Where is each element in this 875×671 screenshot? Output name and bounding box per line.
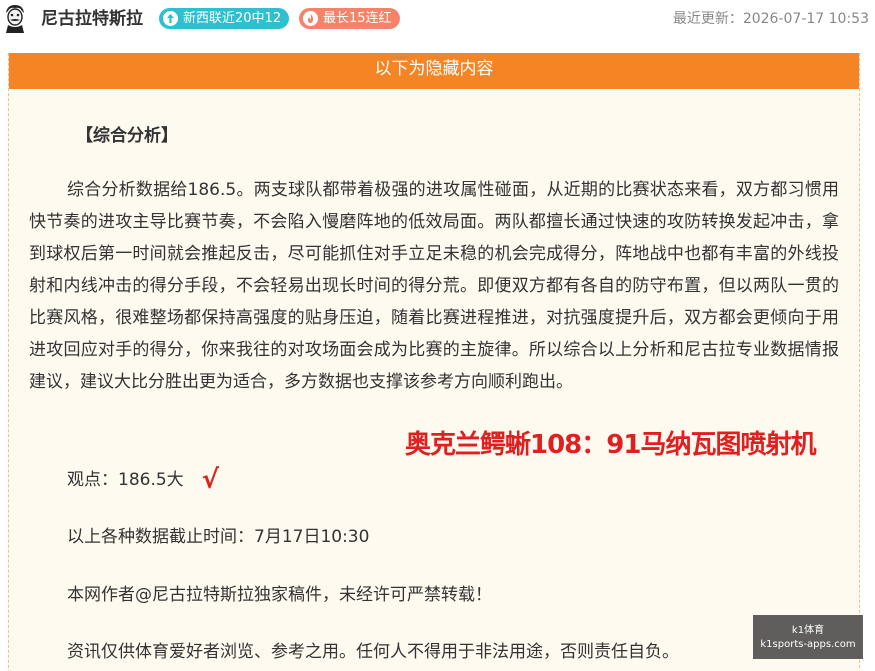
avatar[interactable] (2, 3, 28, 33)
header: 尼古拉特斯拉 新西联近20中12 最长15连红 最近更新：2026-07-17 … (0, 0, 875, 38)
data-cutoff: 以上各种数据截止时间：7月17日10:30 (67, 527, 370, 547)
watermark-url: k1sports-apps.com (760, 639, 856, 650)
disclaimer: 资讯仅供体育爱好者浏览、参考之用。任何人不得用于非法用途，否则责任自负。 (67, 642, 679, 662)
badge-recent-record-label: 新西联近20中12 (183, 11, 282, 26)
hidden-content-banner: 以下为隐藏内容 (9, 53, 859, 89)
watermark: k1体育 k1sports-apps.com (753, 615, 863, 659)
match-result-overlay: 奥克兰鳄蜥108：91马纳瓦图喷射机 (405, 430, 816, 460)
flame-icon (303, 11, 318, 26)
watermark-brand: k1体育 (791, 625, 825, 636)
author-name[interactable]: 尼古拉特斯拉 (41, 8, 143, 30)
last-updated: 最近更新：2026-07-17 10:53 (672, 11, 869, 27)
viewpoint-text: 观点：186.5大 (67, 470, 184, 490)
hidden-content-panel: 以下为隐藏内容 【综合分析】 综合分析数据给186.5。两支球队都带着极强的进攻… (8, 53, 860, 671)
viewpoint-line: 观点：186.5大 √ (67, 462, 220, 495)
copyright-notice: 本网作者@尼古拉特斯拉独家稿件，未经许可严禁转载！ (67, 585, 492, 605)
check-mark-icon: √ (201, 465, 220, 495)
badge-win-streak: 最长15连红 (299, 8, 400, 29)
arrow-up-icon (163, 11, 178, 26)
badge-win-streak-label: 最长15连红 (323, 11, 392, 26)
badge-recent-record: 新西联近20中12 (159, 8, 290, 29)
analysis-paragraph: 综合分析数据给186.5。两支球队都带着极强的进攻属性碰面，从近期的比赛状态来看… (29, 180, 839, 392)
section-title: 【综合分析】 (76, 126, 178, 146)
